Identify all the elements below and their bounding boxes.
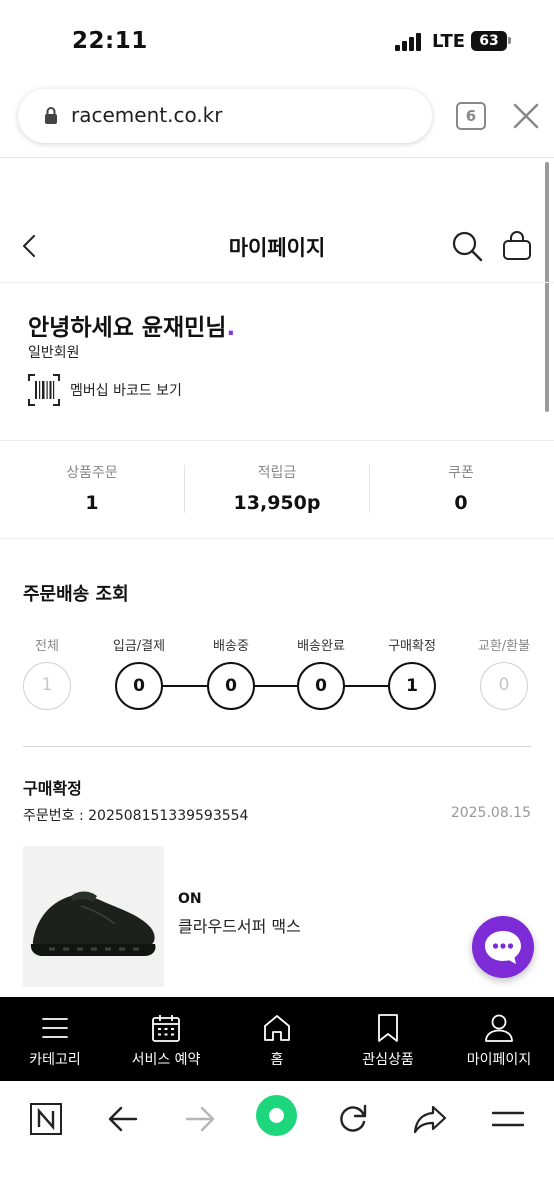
step-count-confirmed[interactable]: 1 xyxy=(388,662,436,710)
stat-value: 0 xyxy=(454,492,468,514)
home-icon xyxy=(264,1015,290,1041)
step-connector xyxy=(160,685,210,687)
stat-points[interactable]: 적립금 13,950p xyxy=(185,462,369,514)
tab-home[interactable]: 홈 xyxy=(222,997,332,1081)
tab-category[interactable]: 카테고리 xyxy=(0,997,110,1081)
greeting-dot: . xyxy=(226,315,236,341)
product-name[interactable]: 클라우드서퍼 맥스 xyxy=(178,913,301,937)
step-label-delivered: 배송완료 xyxy=(297,639,345,654)
barcode-label: 멤버십 바코드 보기 xyxy=(70,383,182,399)
order-date: 2025.08.15 xyxy=(450,805,531,821)
order-status: 구매확정 xyxy=(23,779,82,798)
stat-label: 상품주문 xyxy=(66,465,118,481)
tab-service-reservation[interactable]: 서비스 예약 xyxy=(111,997,221,1081)
tab-label: 마이페이지 xyxy=(466,1052,532,1068)
menu-icon[interactable] xyxy=(490,1101,526,1137)
shopping-bag-icon[interactable] xyxy=(501,230,533,262)
step-count-exchange[interactable]: 0 xyxy=(480,662,528,710)
search-icon[interactable] xyxy=(451,230,483,262)
stat-value: 1 xyxy=(85,492,99,514)
product-image[interactable] xyxy=(23,846,164,987)
step-count-shipping[interactable]: 0 xyxy=(207,662,255,710)
step-label-shipping: 배송중 xyxy=(213,639,249,654)
lock-icon xyxy=(45,107,57,124)
member-grade: 일반회원 xyxy=(28,345,80,361)
membership-barcode-button[interactable]: 멤버십 바코드 보기 xyxy=(28,372,182,408)
close-icon[interactable] xyxy=(511,101,541,131)
refresh-icon[interactable] xyxy=(335,1101,371,1137)
step-label-all: 전체 xyxy=(35,639,59,654)
tab-label: 홈 xyxy=(270,1052,284,1068)
network-type: LTE xyxy=(432,31,466,52)
battery-tip xyxy=(508,37,511,44)
menu-icon xyxy=(42,1018,68,1038)
stat-value: 13,950p xyxy=(233,492,321,514)
shoe-image xyxy=(30,891,156,956)
divider xyxy=(0,440,554,441)
signal-icon xyxy=(395,33,423,51)
forward-arrow-icon[interactable] xyxy=(182,1101,218,1137)
stat-orders[interactable]: 상품주문 1 xyxy=(0,462,184,514)
divider xyxy=(0,282,554,283)
stat-label: 적립금 xyxy=(257,465,297,481)
address-bar[interactable]: racement.co.kr xyxy=(18,89,432,143)
status-bar: 22:11 LTE 63 xyxy=(0,0,554,84)
step-connector xyxy=(252,685,302,687)
status-time: 22:11 xyxy=(72,28,148,54)
step-label-confirmed: 구매확정 xyxy=(388,639,436,654)
calendar-icon xyxy=(152,1015,180,1042)
barcode-icon xyxy=(28,374,60,406)
back-arrow-icon[interactable] xyxy=(105,1101,141,1137)
bookmark-icon xyxy=(378,1014,398,1042)
greeting: 안녕하세요 윤재민님. xyxy=(28,308,235,342)
greeting-text: 안녕하세요 윤재민님 xyxy=(28,315,227,341)
chat-button[interactable] xyxy=(472,916,534,978)
tab-label: 관심상품 xyxy=(362,1052,414,1068)
share-icon[interactable] xyxy=(412,1101,448,1137)
step-connector xyxy=(343,685,393,687)
battery-icon: 63 xyxy=(471,31,507,51)
person-icon xyxy=(485,1014,513,1042)
divider xyxy=(0,157,554,158)
scrollbar[interactable] xyxy=(545,162,549,412)
browser-toolbar xyxy=(0,1081,554,1200)
step-label-exchange: 교환/환불 xyxy=(477,639,531,654)
step-count-delivered[interactable]: 0 xyxy=(297,662,345,710)
chat-bubble-icon xyxy=(485,931,521,964)
step-count-payment[interactable]: 0 xyxy=(115,662,163,710)
order-number: 주문번호 : 2025081513395935​54 xyxy=(23,808,249,824)
naver-home-icon[interactable] xyxy=(28,1101,64,1137)
tab-count-button[interactable]: 6 xyxy=(456,102,486,130)
bottom-tab-bar: 카테고리 서비스 예약 홈 관심상품 마이페이지 xyxy=(0,997,554,1081)
product-brand: ON xyxy=(178,891,202,907)
tab-mypage[interactable]: 마이페이지 xyxy=(444,997,554,1081)
step-count-all[interactable]: 1 xyxy=(23,662,71,710)
step-label-payment: 입금/결제 xyxy=(112,639,166,654)
tracking-title: 주문배송 조회 xyxy=(23,584,129,605)
green-dot-button[interactable] xyxy=(256,1095,297,1136)
url-text: racement.co.kr xyxy=(71,103,223,127)
divider xyxy=(23,746,531,747)
stat-coupons[interactable]: 쿠폰 0 xyxy=(369,462,553,514)
tab-wishlist[interactable]: 관심상품 xyxy=(333,997,443,1081)
tab-label: 서비스 예약 xyxy=(131,1052,201,1068)
tab-label: 카테고리 xyxy=(29,1052,81,1068)
stat-label: 쿠폰 xyxy=(448,465,474,481)
divider xyxy=(0,538,554,539)
